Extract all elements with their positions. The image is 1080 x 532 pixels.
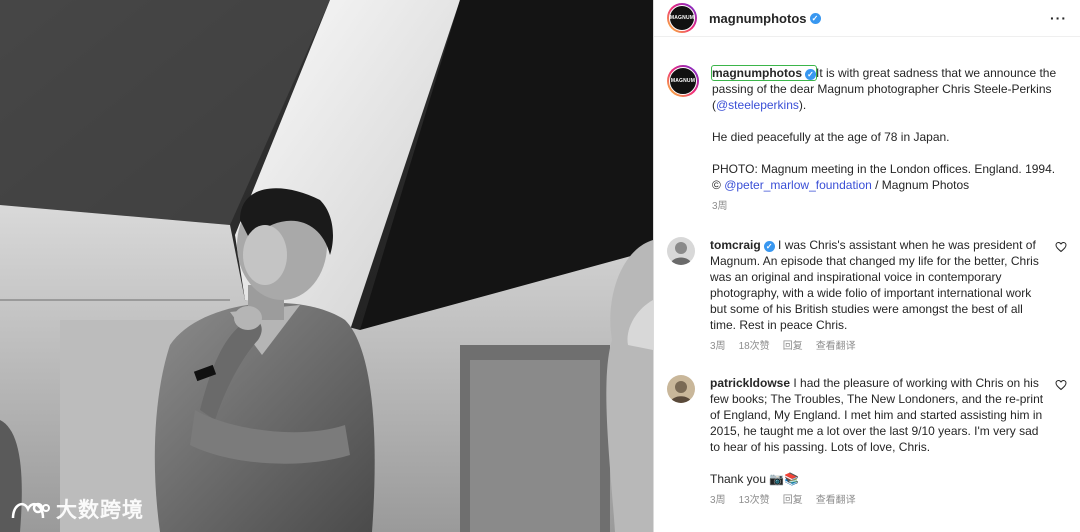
caption-paragraph-3: PHOTO: Magnum meeting in the London offi… [712,161,1067,193]
comment-text: tomcraig ✓ I was Chris's assistant when h… [710,237,1049,333]
comment-username[interactable]: patrickldowse [710,376,790,390]
post-caption: MAGNUM magnumphotos ✓ It is with great sad… [654,65,1080,215]
caption-time[interactable]: 3周 [712,199,728,215]
author-username[interactable]: magnumphotos [709,11,807,26]
comment-likes[interactable]: 13次赞 [739,493,770,509]
caption-paragraph-2: He died peacefully at the age of 78 in J… [712,130,950,144]
author-avatar[interactable]: MAGNUM [667,3,697,33]
translate-button[interactable]: 查看翻译 [816,339,856,355]
comment-likes[interactable]: 18次赞 [739,339,770,355]
comment-meta: 3周 13次赞 回复 查看翻译 [710,493,1049,509]
post-viewer: 大数跨境 MAGNUM magnumphotos ✓ ··· MAGNUM ma… [0,0,1080,532]
caption-photo-line: PHOTO: Magnum meeting in the London offi… [712,162,1056,176]
caption-avatar-logo: MAGNUM [669,67,697,95]
comment-text: patrickldowse I had the pleasure of work… [710,375,1049,455]
comment-body: I was Chris's assistant when he was pres… [710,238,1039,332]
caption-text-end: ). [798,98,807,112]
commenter-avatar[interactable] [667,237,695,265]
post-header: MAGNUM magnumphotos ✓ ··· [654,0,1080,37]
watermark-text: 大数跨境 [56,498,144,522]
photo-image [0,0,653,532]
comment-time[interactable]: 3周 [710,339,726,355]
author-avatar-logo: MAGNUM [669,5,695,31]
like-heart-icon[interactable] [1055,379,1067,391]
more-options-icon[interactable]: ··· [1050,10,1067,26]
comment-username[interactable]: tomcraig [710,238,761,252]
watermark-logo-icon [11,502,50,519]
caption-username-text: magnumphotos [712,66,802,80]
like-heart-icon[interactable] [1055,241,1067,253]
reply-button[interactable]: 回复 [783,339,803,355]
caption-username[interactable]: magnumphotos ✓ [711,65,817,81]
watermark: 大数跨境 [10,494,144,524]
caption-avatar[interactable]: MAGNUM [667,65,699,97]
post-side-panel: MAGNUM magnumphotos ✓ ··· MAGNUM magnump… [653,0,1080,532]
mention-link[interactable]: @steeleperkins [716,98,799,112]
commenter-avatar[interactable] [667,375,695,403]
translate-button[interactable]: 查看翻译 [816,493,856,509]
verified-badge-icon: ✓ [763,241,775,252]
reply-button[interactable]: 回复 [783,493,803,509]
comment-item: tomcraig ✓ I was Chris's assistant when h… [654,237,1080,355]
credit-prefix: © [712,178,725,192]
comment-meta: 3周 18次赞 回复 查看翻译 [710,339,1049,355]
mention-link[interactable]: @peter_marlow_foundation [724,178,872,192]
verified-badge-icon: ✓ [805,69,816,80]
caption-meta: 3周 [712,199,1067,215]
commenter-avatar-image-icon [667,375,695,403]
caption-paragraph-1: magnumphotos ✓ It is with great sadness th… [711,65,1067,113]
comment-text-2: Thank you 📷📚 [710,472,800,486]
verified-badge-icon: ✓ [809,12,821,24]
post-photo[interactable]: 大数跨境 [0,0,653,532]
credit-suffix: / Magnum Photos [871,178,970,192]
commenter-avatar-image-icon [667,237,695,265]
comment-time[interactable]: 3周 [710,493,726,509]
comment-item: patrickldowse I had the pleasure of work… [654,375,1080,509]
